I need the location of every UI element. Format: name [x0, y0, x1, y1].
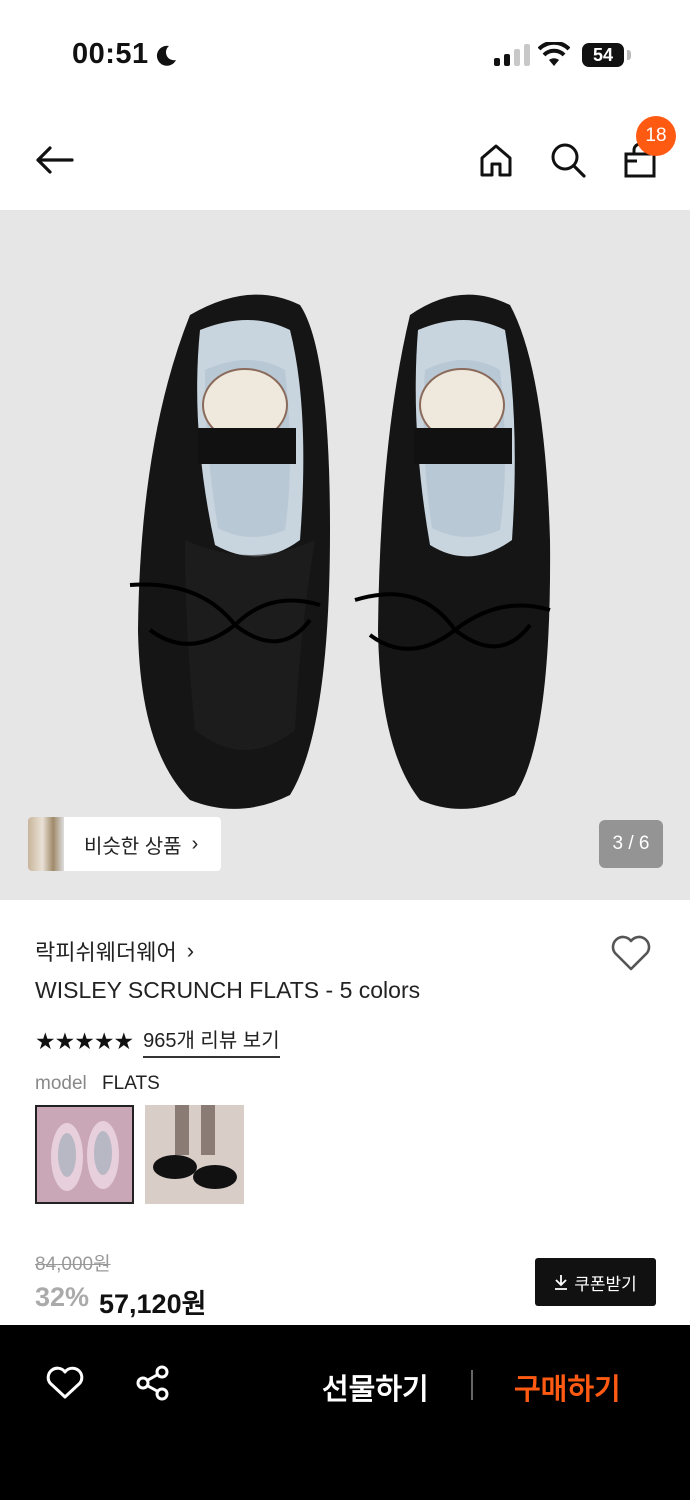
buy-button[interactable]: 구매하기: [514, 1366, 621, 1408]
brand-name: 락피쉬웨더웨어: [35, 940, 177, 965]
back-button[interactable]: [32, 138, 76, 182]
wishlist-button[interactable]: [610, 934, 652, 977]
pink-flats-thumbnail: [37, 1107, 132, 1202]
product-title: WISLEY SCRUNCH FLATS - 5 colors: [35, 977, 421, 1003]
heart-outline-icon: [46, 1366, 84, 1399]
model-option: model FLATS: [35, 1073, 160, 1095]
battery-icon: 54: [582, 43, 624, 67]
heart-outline-icon: [611, 935, 651, 971]
coupon-button[interactable]: 쿠폰받기: [535, 1258, 656, 1306]
brand-link[interactable]: 락피쉬웨더웨어 ›: [35, 935, 194, 967]
top-nav: [0, 110, 690, 210]
moon-icon: [156, 45, 176, 66]
black-flats-thumbnail: [145, 1105, 244, 1204]
product-photo: [129, 294, 551, 809]
status-time: 00:51: [72, 38, 149, 70]
model-value: FLATS: [102, 1073, 160, 1094]
gift-button[interactable]: 선물하기: [322, 1366, 429, 1408]
review-link[interactable]: 965개 리뷰 보기: [143, 1024, 280, 1058]
divider: [471, 1370, 473, 1400]
search-icon: [551, 143, 586, 178]
coupon-label: 쿠폰받기: [574, 1274, 637, 1294]
model-label: model: [35, 1073, 87, 1094]
arrow-left-icon: [36, 146, 74, 174]
rating-row: ★★★★★ 965개 리뷰 보기: [35, 1024, 280, 1058]
chevron-right-icon: ›: [191, 832, 199, 855]
similar-thumbnail: [28, 817, 64, 871]
discount-rate: 32%: [35, 1282, 90, 1312]
star-rating-icon: ★★★★★: [35, 1027, 134, 1054]
similar-products-button[interactable]: 비슷한 상품 ›: [28, 817, 221, 871]
search-button[interactable]: [546, 138, 590, 182]
color-swatch[interactable]: [145, 1105, 244, 1204]
final-price: 57,120원: [99, 1289, 207, 1319]
similar-products-label: 비슷한 상품: [84, 835, 182, 858]
bottom-action-bar: [0, 1325, 690, 1500]
color-swatch-selected[interactable]: [35, 1105, 134, 1204]
image-pager: 3 / 6: [599, 820, 663, 868]
battery-tip: [627, 50, 631, 60]
product-image-gallery[interactable]: [0, 210, 690, 900]
cart-count-badge: 18: [636, 116, 676, 156]
home-icon: [480, 144, 512, 177]
chevron-right-icon: ›: [186, 938, 195, 963]
share-button[interactable]: [134, 1364, 172, 1407]
cellular-signal-icon: [494, 44, 530, 66]
status-bar: 00:51 54: [0, 0, 690, 110]
wifi-icon: [538, 42, 570, 66]
download-icon: [555, 1275, 568, 1290]
bottom-wishlist-button[interactable]: [46, 1366, 84, 1405]
share-icon: [136, 1365, 169, 1401]
home-button[interactable]: [474, 138, 518, 182]
original-price: 84,000원: [35, 1254, 111, 1275]
